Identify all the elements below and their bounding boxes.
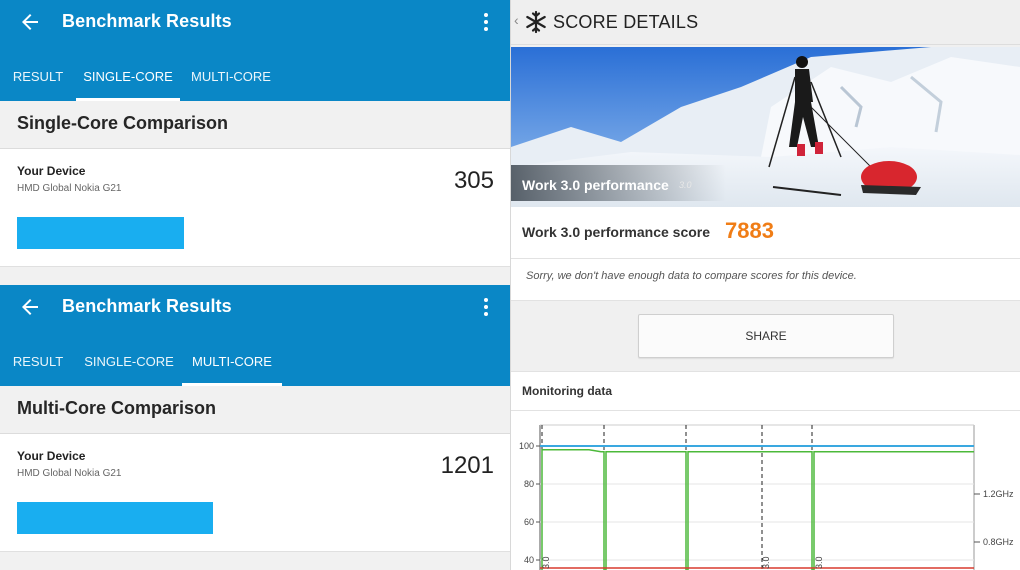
app-bar: Benchmark Results RESULT SINGLE-CORE MUL…: [0, 285, 510, 386]
share-button[interactable]: SHARE: [638, 314, 894, 358]
header: ‹ SCORE DETAILS: [511, 0, 1020, 45]
pcmark-panel: ‹ SCORE DETAILS Work 3.0 performance 3.0…: [511, 0, 1020, 570]
tab-multi-core[interactable]: MULTI-CORE: [180, 58, 282, 101]
freq-tick-label: 1.2GHz: [983, 489, 1014, 499]
section-title: Single-Core Comparison: [17, 113, 229, 133]
panel-footer: [0, 267, 510, 285]
hero-version: 3.0: [679, 180, 692, 190]
y-tick-label: 100: [519, 441, 534, 451]
tab-result[interactable]: RESULT: [0, 343, 76, 386]
tab-bar: RESULT SINGLE-CORE MULTI-CORE: [0, 343, 510, 386]
page-title: SCORE DETAILS: [553, 12, 699, 32]
score-label: Work 3.0 performance score: [522, 224, 711, 240]
hero-banner: Work 3.0 performance 3.0: [511, 47, 1020, 207]
tab-bar: RESULT SINGLE-CORE MULTI-CORE: [0, 58, 510, 101]
compare-note: Sorry, we don't have enough data to comp…: [526, 270, 857, 282]
hero-label: Work 3.0 performance: [522, 177, 669, 193]
series-line-green: [541, 449, 974, 570]
more-options-icon[interactable]: [478, 295, 494, 319]
device-card[interactable]: Your Device HMD Global Nokia G21 305: [0, 149, 510, 267]
snowflake-logo-icon: [526, 10, 546, 34]
section-header: Single-Core Comparison: [0, 101, 510, 149]
device-label: Your Device: [17, 164, 86, 178]
more-options-icon[interactable]: [478, 10, 494, 34]
score-value: 305: [453, 167, 494, 194]
app-title: Benchmark Results: [62, 296, 232, 316]
tab-multi-core[interactable]: MULTI-CORE: [182, 343, 282, 386]
score-bar: [17, 217, 184, 249]
back-arrow-icon[interactable]: [18, 295, 42, 319]
section-header: Multi-Core Comparison: [0, 386, 510, 434]
workload-marker: 3.0: [814, 556, 824, 569]
tab-single-core[interactable]: SINGLE-CORE: [76, 343, 182, 386]
monitoring-label: Monitoring data: [522, 384, 612, 398]
share-area: SHARE: [511, 301, 1020, 371]
workload-marker: 3.0: [541, 556, 551, 569]
panel-footer: [0, 552, 510, 570]
app-bar: Benchmark Results RESULT SINGLE-CORE MUL…: [0, 0, 510, 101]
score-value: 7883: [725, 218, 774, 243]
score-row: Work 3.0 performance score 7883: [511, 207, 1020, 259]
device-card[interactable]: Your Device HMD Global Nokia G21 1201: [0, 434, 510, 552]
y-tick-label: 40: [524, 555, 534, 565]
section-title: Multi-Core Comparison: [17, 398, 217, 418]
back-chevron-icon[interactable]: ‹: [514, 12, 519, 28]
workload-marker: 3.0: [761, 556, 771, 569]
multi-core-panel: Benchmark Results RESULT SINGLE-CORE MUL…: [0, 285, 510, 570]
y-tick-label: 80: [524, 479, 534, 489]
y-tick-label: 60: [524, 517, 534, 527]
monitoring-header: Monitoring data: [511, 371, 1020, 411]
monitoring-chart-svg: 100 80 60 40 1.2GHz 0.8GHz 3.0 3.0 3.0: [519, 424, 1014, 570]
tab-result[interactable]: RESULT: [0, 58, 76, 101]
device-model: HMD Global Nokia G21: [17, 468, 122, 479]
compare-note-row: Sorry, we don't have enough data to comp…: [511, 259, 1020, 301]
device-label: Your Device: [17, 449, 86, 463]
score-bar: [17, 502, 213, 534]
device-model: HMD Global Nokia G21: [17, 183, 122, 194]
score-value: 1201: [440, 452, 494, 479]
freq-tick-label: 0.8GHz: [983, 537, 1014, 547]
back-arrow-icon[interactable]: [18, 10, 42, 34]
single-core-panel: Benchmark Results RESULT SINGLE-CORE MUL…: [0, 0, 510, 285]
tab-single-core[interactable]: SINGLE-CORE: [76, 58, 180, 101]
app-title: Benchmark Results: [62, 11, 232, 31]
monitoring-chart: 100 80 60 40 1.2GHz 0.8GHz 3.0 3.0 3.0: [511, 411, 1020, 570]
